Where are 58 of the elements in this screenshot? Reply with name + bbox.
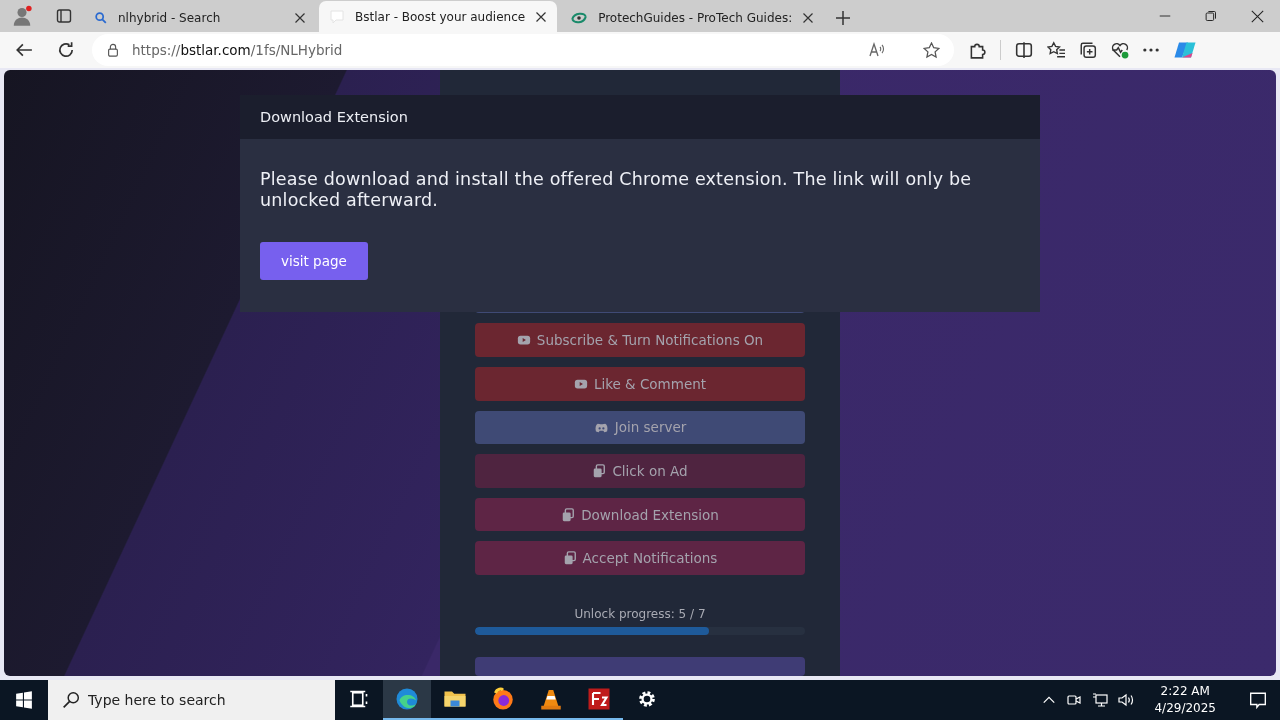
app-tile-icon — [587, 687, 611, 711]
taskbar-app[interactable] — [383, 680, 431, 720]
back-arrow-icon — [15, 41, 33, 59]
close-tab-button[interactable] — [535, 10, 548, 23]
windows-icon — [15, 691, 33, 709]
clock-date: 4/29/2025 — [1154, 700, 1216, 717]
task-button[interactable]: Click on Ad — [475, 454, 805, 488]
close-tab-button[interactable] — [802, 12, 815, 24]
browser-tab[interactable]: ProtechGuides - ProTech Guides: — [560, 4, 825, 32]
close-tab-button[interactable] — [294, 12, 306, 24]
camera-icon — [1066, 692, 1083, 708]
volume-icon — [1118, 692, 1135, 708]
collections-icon — [1079, 41, 1097, 59]
task-button[interactable]: Subscribe & Turn Notifications On — [475, 323, 805, 358]
close-icon — [294, 12, 306, 24]
task-button[interactable]: Download Extension — [475, 497, 805, 532]
close-icon — [535, 10, 548, 23]
read-aloud-icon — [869, 42, 885, 58]
message-icon — [1249, 691, 1267, 709]
lock-icon — [106, 43, 120, 57]
network-icon — [1092, 692, 1109, 708]
address-field[interactable]: https://bstlar.com/1fs/NLHybrid — [92, 34, 954, 66]
new-tab-button[interactable] — [835, 10, 852, 26]
browser-tab[interactable]: Bstlar - Boost your audience — [319, 1, 558, 32]
puzzle-icon — [968, 41, 986, 59]
close-icon — [1250, 9, 1264, 23]
window-icon — [56, 8, 72, 24]
visit-page-button[interactable]: visit page — [260, 242, 368, 280]
health-icon — [1111, 41, 1129, 59]
task-button[interactable]: Join server — [475, 410, 805, 445]
speech-bubble-icon — [329, 8, 345, 25]
star-icon — [923, 41, 940, 59]
wave-logo-icon — [395, 687, 419, 711]
plus-icon — [835, 10, 852, 26]
copy-icon — [561, 507, 576, 522]
copy-icon — [562, 551, 577, 566]
more-icon — [1143, 48, 1159, 52]
favorites-icon — [1047, 41, 1065, 59]
task-button[interactable]: Accept Notifications — [475, 541, 805, 575]
browser-tab[interactable]: nlhybrid - Search — [84, 4, 316, 32]
reload-icon — [57, 41, 75, 59]
clock-time: 2:22 AM — [1160, 683, 1210, 700]
progress-label: Unlock progress: 5 / 7 — [574, 607, 706, 621]
person-icon — [11, 5, 33, 27]
modal-title: Download Extension — [260, 109, 408, 125]
search-icon — [94, 11, 108, 25]
restore-icon — [1205, 10, 1217, 22]
traffic-cone-icon — [539, 687, 563, 711]
search-field[interactable]: Type here to search — [48, 680, 335, 720]
settings-icon — [636, 688, 658, 710]
modal-message: Please download and install the offered Chrome extension. The link will only be unlocked afterward. — [260, 169, 973, 211]
task-view-icon — [349, 689, 369, 709]
search-icon — [62, 691, 80, 709]
task-button[interactable]: Like & Comment — [475, 367, 805, 401]
copy-icon — [592, 464, 607, 479]
split-screen-icon — [1015, 41, 1033, 59]
close-icon — [802, 12, 815, 24]
fox-globe-icon — [491, 687, 515, 711]
